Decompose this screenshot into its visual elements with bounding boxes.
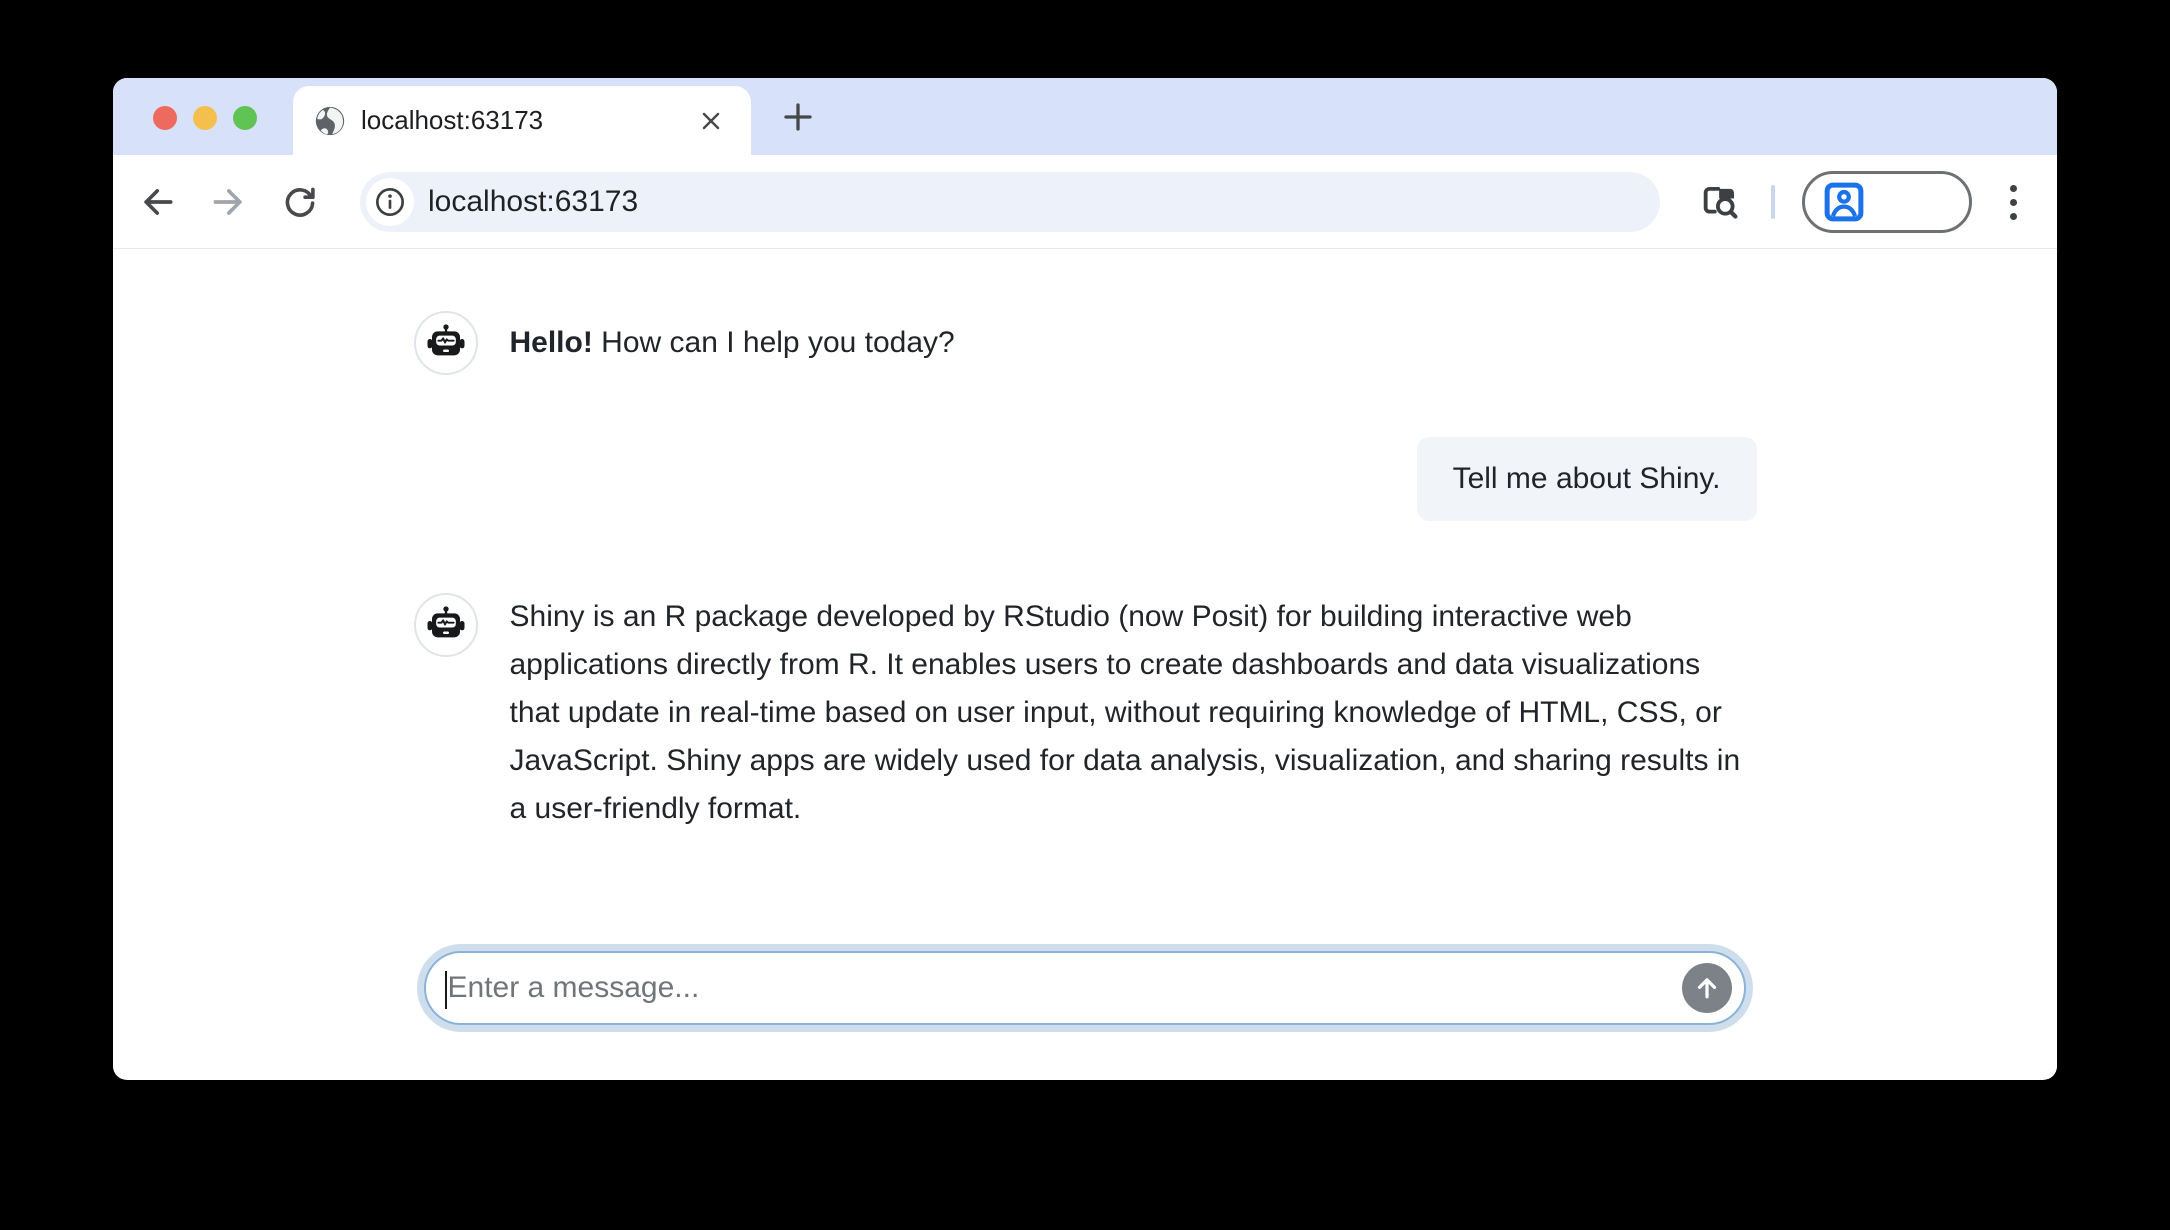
toolbar-divider <box>1771 185 1775 219</box>
reload-button[interactable] <box>272 174 328 230</box>
profile-button[interactable] <box>1802 171 1972 233</box>
address-bar[interactable]: localhost:63173 <box>360 172 1660 232</box>
chat-page: Hello! How can I help you today? Tell me… <box>113 249 2057 1079</box>
text-caret <box>445 971 447 1009</box>
chat-column: Hello! How can I help you today? Tell me… <box>414 249 1757 1025</box>
info-icon <box>374 186 406 218</box>
forward-button[interactable] <box>200 174 256 230</box>
user-message-bubble: Tell me about Shiny. <box>1417 437 1757 521</box>
robot-avatar-icon <box>414 593 478 657</box>
kebab-menu-icon[interactable] <box>1989 178 2037 226</box>
globe-favicon <box>313 104 347 138</box>
greeting-bold: Hello! <box>510 326 593 359</box>
assistant-message: Hello! How can I help you today? <box>414 311 1757 375</box>
chat-input-container <box>424 951 1746 1025</box>
user-message-row: Tell me about Shiny. <box>414 437 1757 521</box>
assistant-message-text: Shiny is an R package developed by RStud… <box>510 593 1757 833</box>
browser-tab[interactable]: localhost:63173 <box>293 86 751 155</box>
traffic-minimize-icon[interactable] <box>193 106 217 130</box>
browser-window: localhost:63173 <box>113 78 2057 1080</box>
traffic-zoom-icon[interactable] <box>233 106 257 130</box>
profile-icon <box>1821 179 1867 225</box>
send-arrow-icon <box>1692 973 1722 1003</box>
browser-toolbar: localhost:63173 <box>113 155 2057 249</box>
traffic-close-icon[interactable] <box>153 106 177 130</box>
chat-message-input[interactable] <box>426 953 1744 1023</box>
tab-strip: localhost:63173 <box>113 78 2057 155</box>
robot-avatar-icon <box>414 311 478 375</box>
site-info-button[interactable] <box>366 178 414 226</box>
tab-title: localhost:63173 <box>361 105 693 136</box>
assistant-message: Shiny is an R package developed by RStud… <box>414 593 1757 833</box>
desktop-background: localhost:63173 <box>0 0 2170 1230</box>
new-tab-button[interactable] <box>776 95 820 139</box>
lens-search-icon[interactable] <box>1696 178 1744 226</box>
url-text: localhost:63173 <box>428 185 638 219</box>
back-button[interactable] <box>130 174 186 230</box>
assistant-message-text: Hello! How can I help you today? <box>510 319 955 367</box>
tab-close-icon[interactable] <box>693 103 729 139</box>
send-button[interactable] <box>1682 963 1732 1013</box>
